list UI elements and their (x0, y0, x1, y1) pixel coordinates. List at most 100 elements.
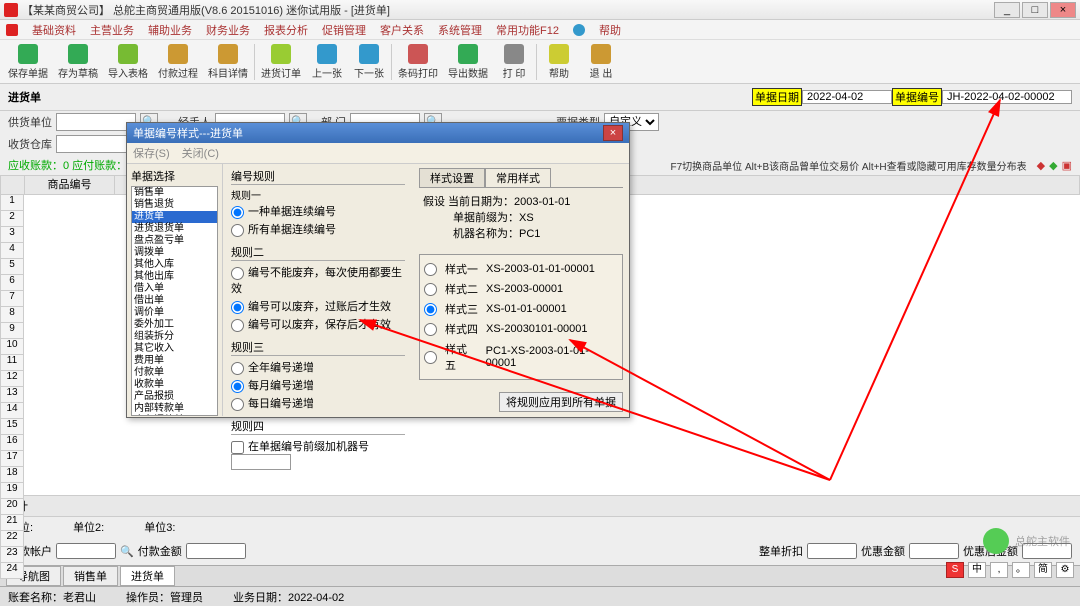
sample-5[interactable]: 样式五PC1-XS-2003-01-01-00001 (424, 339, 618, 375)
rule2-opt-c[interactable]: 编号可以废弃，保存后才有效 (231, 315, 405, 333)
rule4-opt-a[interactable]: 在单据编号前缀加机器号 (231, 437, 405, 471)
supplier-input[interactable] (56, 113, 136, 131)
list-item[interactable]: 借入单 (132, 283, 217, 295)
tool-help[interactable]: 帮助 (539, 43, 579, 81)
menu-item[interactable]: 系统管理 (438, 22, 482, 38)
ime-icon[interactable]: S (946, 562, 964, 578)
menu-item[interactable]: 财务业务 (206, 22, 250, 38)
dialog-save[interactable]: 保存(S) (133, 145, 170, 161)
ime-icon[interactable]: 中 (968, 562, 986, 578)
sample-3[interactable]: 样式三XS-01-01-00001 (424, 299, 618, 319)
ime-icon[interactable]: ⚙ (1056, 562, 1074, 578)
flag-icon[interactable]: ▣ (1062, 159, 1072, 172)
list-item[interactable]: 进货退货单 (132, 223, 217, 235)
tool-import[interactable]: 导入表格 (104, 43, 152, 81)
list-item[interactable]: 盘点盈亏单 (132, 235, 217, 247)
menu-item[interactable]: 常用功能F12 (496, 22, 559, 38)
maximize-button[interactable]: □ (1022, 2, 1048, 18)
tool-save[interactable]: 保存单据 (4, 43, 52, 81)
list-item[interactable]: 费用单 (132, 355, 217, 367)
status-operator: 操作员：管理员 (126, 589, 203, 605)
list-item[interactable]: 销售退货 (132, 199, 217, 211)
tool-order[interactable]: 进货订单 (257, 43, 305, 81)
tool-next[interactable]: 下一张 (349, 43, 389, 81)
tool-payment[interactable]: 付款过程 (154, 43, 202, 81)
dialog-close-icon[interactable]: × (603, 125, 623, 141)
list-item[interactable]: 委外加工 (132, 319, 217, 331)
list-item[interactable]: 其它收入 (132, 343, 217, 355)
recvwh-label: 收货仓库 (8, 136, 52, 152)
menu-item[interactable]: 促销管理 (322, 22, 366, 38)
tab-style-settings[interactable]: 样式设置 (419, 168, 485, 187)
tool-draft[interactable]: 存为草稿 (54, 43, 102, 81)
list-item[interactable]: 调价单 (132, 307, 217, 319)
rule3-opt-b[interactable]: 每月编号递增 (231, 376, 405, 394)
docno-value[interactable]: JH-2022-04-02-00002 (942, 90, 1072, 104)
rule1-opt-b[interactable]: 所有单据连续编号 (231, 220, 405, 238)
ime-icon[interactable]: 。 (1012, 562, 1030, 578)
tab-common-styles[interactable]: 常用样式 (485, 168, 551, 187)
list-item[interactable]: 进货单 (132, 211, 217, 223)
rule2-opt-a[interactable]: 编号不能废弃，每次使用都要生效 (231, 263, 405, 297)
rule1-header: 编号规则 (231, 168, 405, 185)
rule2-opt-b[interactable]: 编号可以废弃，过账后才生效 (231, 297, 405, 315)
dialog-titlebar[interactable]: 单据编号样式---进货单 × (127, 123, 629, 143)
main-toolbar: 保存单据 存为草稿 导入表格 付款过程 科目详情 进货订单 上一张 下一张 条码… (0, 40, 1080, 84)
list-item[interactable]: 其他出库 (132, 271, 217, 283)
rule1-opt-a[interactable]: 一种单据连续编号 (231, 202, 405, 220)
recvwh-input[interactable] (56, 135, 136, 153)
rule3-opt-c[interactable]: 每日编号递增 (231, 394, 405, 412)
menu-item[interactable]: 帮助 (599, 22, 621, 38)
menu-item[interactable]: 主营业务 (90, 22, 134, 38)
tool-prev[interactable]: 上一张 (307, 43, 347, 81)
list-item[interactable]: 付款单 (132, 367, 217, 379)
list-item[interactable]: 销售单 (132, 187, 217, 199)
list-item[interactable]: 借出单 (132, 295, 217, 307)
flag-icon[interactable]: ◆ (1037, 159, 1045, 172)
app-icon (4, 3, 18, 17)
menu-item[interactable]: 报表分析 (264, 22, 308, 38)
dialog-toolbar: 保存(S) 关闭(C) (127, 143, 629, 164)
assumption-info: 假设 当前日期为：2003-01-01 单据前缀为：XS 机器名称为：PC1 (419, 188, 623, 248)
list-header: 单据选择 (131, 168, 218, 184)
date-value[interactable]: 2022-04-02 (802, 90, 892, 104)
dialog-title: 单据编号样式---进货单 (133, 125, 603, 141)
tool-barcode[interactable]: 条码打印 (394, 43, 442, 81)
list-item[interactable]: 其他入库 (132, 259, 217, 271)
list-item[interactable]: 产品报损 (132, 391, 217, 403)
sample-4[interactable]: 样式四XS-20030101-00001 (424, 319, 618, 339)
tool-subject[interactable]: 科目详情 (204, 43, 252, 81)
sample-1[interactable]: 样式一XS-2003-01-01-00001 (424, 259, 618, 279)
list-item[interactable]: 库存调整单 (132, 415, 217, 416)
machine-no-input[interactable] (231, 454, 291, 470)
list-item[interactable]: 组装拆分 (132, 331, 217, 343)
menu-item[interactable]: 客户关系 (380, 22, 424, 38)
list-item[interactable]: 内部转款单 (132, 403, 217, 415)
tool-exit[interactable]: 退 出 (581, 43, 621, 81)
tool-export[interactable]: 导出数据 (444, 43, 492, 81)
menu-item[interactable]: 辅助业务 (148, 22, 192, 38)
ime-bar: S 中 , 。 简 ⚙ (946, 560, 1074, 580)
rule3-opt-a[interactable]: 全年编号递增 (231, 358, 405, 376)
window-title: 【某某商贸公司】 总舵主商贸通用版(V8.6 20151016) 迷你试用版 -… (22, 2, 994, 18)
menu-item[interactable]: 基础资料 (32, 22, 76, 38)
col-header[interactable]: 商品编号 (25, 176, 115, 194)
dialog-close[interactable]: 关闭(C) (182, 145, 219, 161)
minimize-button[interactable]: _ (994, 2, 1020, 18)
watermark: 总舵主软件 (983, 528, 1070, 554)
sample-2[interactable]: 样式二XS-2003-00001 (424, 279, 618, 299)
ime-icon[interactable]: , (990, 562, 1008, 578)
list-item[interactable]: 收款单 (132, 379, 217, 391)
flag-icon[interactable]: ◆ (1049, 159, 1057, 172)
status-account: 账套名称：老君山 (8, 589, 96, 605)
bill-type-list[interactable]: 销售单销售退货进货单进货退货单盘点盈亏单调拨单其他入库其他出库借入单借出单调价单… (131, 186, 218, 416)
supplier-label: 供货单位 (8, 114, 52, 130)
tool-print[interactable]: 打 印 (494, 43, 534, 81)
close-button[interactable]: × (1050, 2, 1076, 18)
rule4-header: 规则四 (231, 418, 405, 435)
apply-all-button[interactable]: 将规则应用到所有单据 (499, 392, 623, 412)
rule1-sub: 规则一 (231, 187, 405, 202)
ime-icon[interactable]: 简 (1034, 562, 1052, 578)
list-item[interactable]: 调拨单 (132, 247, 217, 259)
date-label: 单据日期 (752, 88, 802, 106)
